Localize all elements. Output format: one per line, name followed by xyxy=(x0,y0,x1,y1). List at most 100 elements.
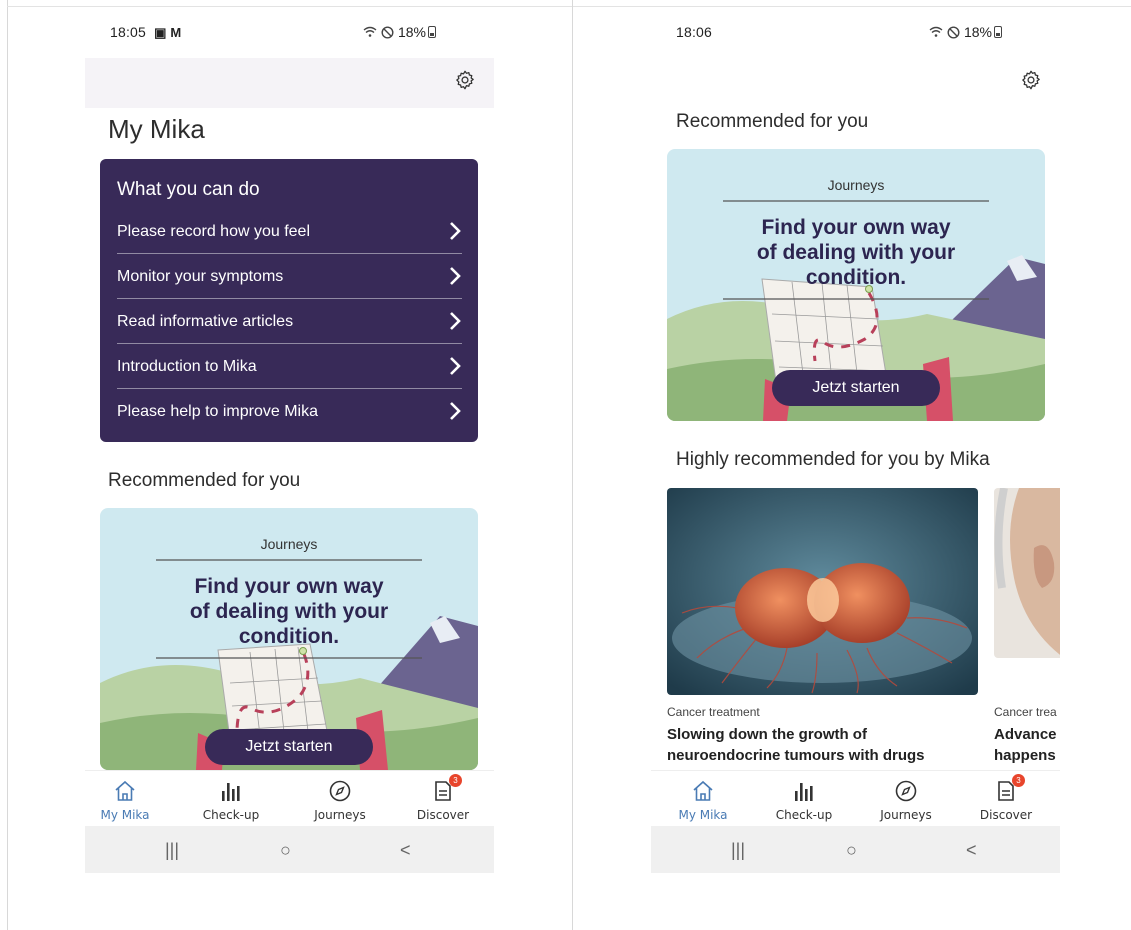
recents-button[interactable]: ||| xyxy=(165,840,179,861)
chevron-right-icon xyxy=(450,222,461,240)
article-title: Advance happens xyxy=(994,724,1057,766)
bottom-navigation: My Mika Check-up Journeys 3 Discover xyxy=(85,770,494,828)
what-you-can-do-card: What you can do Please record how you fe… xyxy=(100,159,478,442)
battery-icon xyxy=(994,26,1002,38)
nav-label: Journeys xyxy=(314,808,366,822)
start-journey-button[interactable]: Jetzt starten xyxy=(772,370,940,406)
phone-screen-scrolled: 18:06 18% Recommended for you Journeys F… xyxy=(651,8,1060,873)
headline-line: Find your own way xyxy=(194,575,384,598)
action-label: Please help to improve Mika xyxy=(117,403,318,420)
android-system-bar: ||| ○ < xyxy=(651,826,1060,873)
journeys-promo-card[interactable]: Journeys Find your own way of dealing wi… xyxy=(100,508,478,770)
frame-top-edge xyxy=(7,6,1131,7)
highly-recommended-heading: Highly recommended for you by Mika xyxy=(676,449,990,470)
bar-chart-icon xyxy=(222,783,240,801)
status-time: 18:05 ▣ M xyxy=(110,24,182,40)
recents-button[interactable]: ||| xyxy=(731,840,745,861)
nav-label: Discover xyxy=(416,808,470,822)
article-image-cancer-cells xyxy=(667,488,978,695)
back-button[interactable]: < xyxy=(400,840,411,861)
nav-check-up[interactable]: Check-up xyxy=(191,771,271,829)
article-category: Cancer trea xyxy=(994,705,1057,719)
page-title: My Mika xyxy=(108,114,205,144)
compass-icon xyxy=(329,780,351,802)
action-read-articles[interactable]: Read informative articles xyxy=(117,299,462,344)
promo-tag: Journeys xyxy=(827,177,885,193)
title-line: neuroendocrine tumours with drugs xyxy=(667,747,925,764)
nav-discover[interactable]: 3 Discover xyxy=(403,771,483,829)
nav-label: Journeys xyxy=(880,808,932,822)
app-bar xyxy=(85,58,494,108)
promo-headline: Find your own way of dealing with your c… xyxy=(667,215,1045,290)
title-line: happens xyxy=(994,747,1056,764)
battery-icon xyxy=(428,26,436,38)
nav-label: Discover xyxy=(979,808,1033,822)
status-bar: 18:06 18% xyxy=(651,8,1060,58)
status-time: 18:06 xyxy=(676,24,713,40)
bottom-navigation: My Mika Check-up Journeys 3 Discover xyxy=(651,770,1060,828)
app-bar xyxy=(651,58,1060,108)
title-line: Slowing down the growth of xyxy=(667,726,867,743)
panel-divider xyxy=(572,0,573,930)
headline-line: Find your own way xyxy=(761,216,951,239)
status-bar: 18:05 ▣ M 18% xyxy=(85,8,494,58)
battery-percent: 18% xyxy=(963,24,992,40)
screenshot-canvas: 18:05 ▣ M 18% My Mika What you can do Pl… xyxy=(0,0,1131,930)
bar-chart-icon xyxy=(795,783,813,801)
back-button[interactable]: < xyxy=(966,840,977,861)
journeys-promo-card[interactable]: Journeys Find your own way of dealing wi… xyxy=(667,149,1045,421)
headline-line: of dealing with your xyxy=(189,600,389,623)
frame-edge xyxy=(7,0,8,930)
action-record-feelings[interactable]: Please record how you feel xyxy=(117,209,462,254)
promo-headline: Find your own way of dealing with your c… xyxy=(100,574,478,649)
start-journey-button[interactable]: Jetzt starten xyxy=(205,729,373,765)
settings-gear-icon[interactable] xyxy=(454,69,476,91)
home-icon xyxy=(115,780,135,801)
headline-line: condition. xyxy=(805,266,907,289)
phone-screen-home: 18:05 ▣ M 18% My Mika What you can do Pl… xyxy=(85,8,494,873)
promo-tag: Journeys xyxy=(260,536,318,552)
chevron-right-icon xyxy=(450,312,461,330)
nav-journeys[interactable]: Journeys xyxy=(300,771,380,829)
title-line: Advance xyxy=(994,726,1057,743)
action-improve-mika[interactable]: Please help to improve Mika xyxy=(117,389,462,434)
nav-label: Check-up xyxy=(202,808,260,822)
chevron-right-icon xyxy=(450,267,461,285)
wifi-icon xyxy=(363,24,381,40)
notification-badge: 3 xyxy=(1012,774,1025,787)
battery-percent: 18% xyxy=(397,24,426,40)
nav-discover[interactable]: 3 Discover xyxy=(966,771,1046,829)
action-label: Introduction to Mika xyxy=(117,358,257,375)
notification-icons: ▣ M xyxy=(154,25,182,40)
nav-check-up[interactable]: Check-up xyxy=(764,771,844,829)
article-image-elderly-man xyxy=(994,488,1060,658)
compass-icon xyxy=(895,780,917,802)
status-indicators: 18% xyxy=(363,24,436,40)
action-label: Please record how you feel xyxy=(117,223,310,240)
chevron-right-icon xyxy=(450,357,461,375)
headline-line: of dealing with your xyxy=(756,241,956,264)
nav-my-mika[interactable]: My Mika xyxy=(663,771,743,829)
chevron-right-icon xyxy=(450,402,461,420)
nav-label: Check-up xyxy=(775,808,833,822)
recommended-heading: Recommended for you xyxy=(676,111,869,132)
article-card-partial[interactable]: Cancer trea Advance happens xyxy=(994,488,1060,773)
home-button[interactable]: ○ xyxy=(280,840,291,861)
action-introduction[interactable]: Introduction to Mika xyxy=(117,344,462,389)
do-not-disturb-icon xyxy=(947,24,964,40)
nav-label: My Mika xyxy=(678,808,728,822)
article-card[interactable]: Cancer treatment Slowing down the growth… xyxy=(667,488,978,773)
card-heading: What you can do xyxy=(117,179,260,200)
android-system-bar: ||| ○ < xyxy=(85,826,494,873)
do-not-disturb-icon xyxy=(381,24,398,40)
action-label: Read informative articles xyxy=(117,313,294,330)
settings-gear-icon[interactable] xyxy=(1020,69,1042,91)
recommended-heading: Recommended for you xyxy=(108,470,301,491)
home-button[interactable]: ○ xyxy=(846,840,857,861)
notification-badge: 3 xyxy=(449,774,462,787)
nav-my-mika[interactable]: My Mika xyxy=(85,771,165,829)
action-monitor-symptoms[interactable]: Monitor your symptoms xyxy=(117,254,462,299)
home-icon xyxy=(693,780,713,801)
nav-journeys[interactable]: Journeys xyxy=(866,771,946,829)
nav-label: My Mika xyxy=(100,808,150,822)
